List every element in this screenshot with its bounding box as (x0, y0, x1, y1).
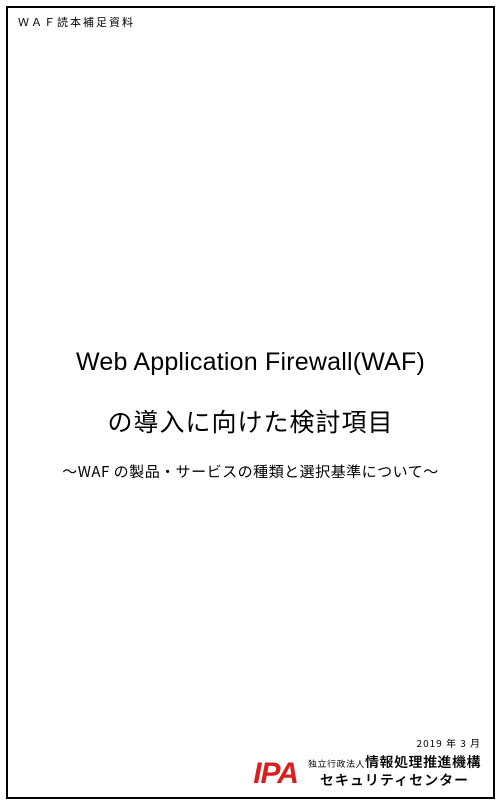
publisher-name: 独立行政法人情報処理推進機構 (308, 754, 481, 772)
subtitle: ～WAF の製品・サービスの種類と選択基準について～ (8, 461, 493, 482)
document-page: ＷＡＦ読本補足資料 Web Application Firewall(WAF) … (0, 0, 501, 805)
publisher-line: IPA 独立行政法人情報処理推進機構 セキュリティセンター (8, 754, 483, 789)
publisher-text: 独立行政法人情報処理推進機構 セキュリティセンター (308, 754, 481, 789)
publisher-prefix: 独立行政法人 (308, 757, 365, 770)
ipa-logo-icon: IPA (253, 759, 298, 789)
publisher-department: セキュリティセンター (308, 772, 481, 790)
header-note: ＷＡＦ読本補足資料 (18, 14, 135, 30)
title-line-1: Web Application Firewall(WAF) (8, 348, 493, 377)
page-border: ＷＡＦ読本補足資料 Web Application Firewall(WAF) … (6, 6, 495, 799)
footer-block: 2019 年 3 月 IPA 独立行政法人情報処理推進機構 セキュリティセンター (8, 735, 483, 789)
title-line-2: の導入に向けた検討項目 (8, 403, 493, 439)
publication-date: 2019 年 3 月 (8, 735, 483, 750)
title-block: Web Application Firewall(WAF) の導入に向けた検討項… (8, 348, 493, 482)
publisher-org: 情報処理推進機構 (365, 752, 481, 772)
